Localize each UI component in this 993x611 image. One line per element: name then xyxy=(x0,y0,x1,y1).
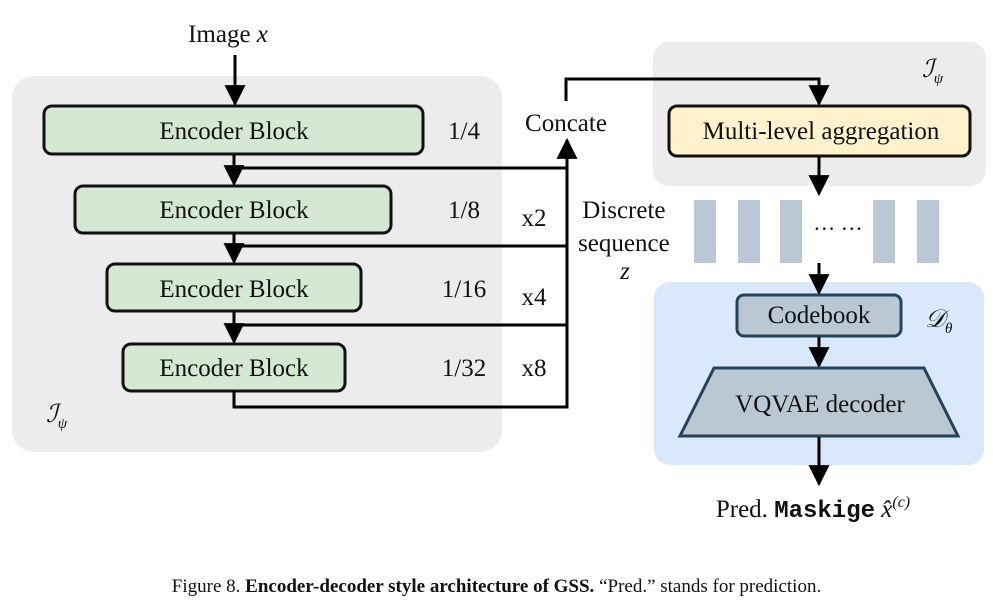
output-label: Pred. Maskige x̂(c) xyxy=(716,494,910,525)
scale-label: 1/8 xyxy=(448,197,480,224)
figure-caption: Figure 8. Encoder-decoder style architec… xyxy=(171,576,822,597)
encoder-block-3: Encoder Block xyxy=(105,262,363,313)
svg-text:Encoder Block: Encoder Block xyxy=(159,355,309,382)
svg-text:Codebook: Codebook xyxy=(768,302,871,329)
architecture-diagram: Image x Encoder Block Encoder Block Enco… xyxy=(12,21,986,525)
multiplier-label: x4 xyxy=(522,284,548,311)
codebook-block: Codebook xyxy=(735,293,903,338)
sequence-token xyxy=(738,200,760,263)
svg-text:Encoder Block: Encoder Block xyxy=(159,118,309,145)
svg-text:VQVAE decoder: VQVAE decoder xyxy=(735,391,905,418)
aggregation-block: Multi-level aggregation xyxy=(667,104,972,158)
input-label: Image x xyxy=(188,21,268,48)
scale-label: 1/4 xyxy=(448,118,480,145)
svg-text:Encoder Block: Encoder Block xyxy=(159,276,309,303)
sequence-token xyxy=(694,200,716,263)
multiplier-label: x8 xyxy=(522,355,547,382)
svg-text:Multi-level aggregation: Multi-level aggregation xyxy=(703,118,940,145)
multiplier-label: x2 xyxy=(522,205,547,232)
scale-label: 1/16 xyxy=(442,276,486,303)
svg-text:Encoder Block: Encoder Block xyxy=(159,197,309,224)
sequence-token xyxy=(780,200,802,263)
encoder-block-2: Encoder Block xyxy=(73,184,393,235)
scale-label: 1/32 xyxy=(442,355,486,382)
sequence-token xyxy=(873,200,895,263)
sequence-label: Discrete sequence z xyxy=(578,197,676,285)
encoder-block-4: Encoder Block xyxy=(121,342,347,393)
sequence-ellipsis: ··· ··· xyxy=(813,216,862,241)
vqvae-decoder-block: VQVAE decoder xyxy=(677,366,961,438)
encoder-block-1: Encoder Block xyxy=(42,104,425,156)
concat-label: Concate xyxy=(525,110,607,137)
sequence-token xyxy=(917,200,939,263)
